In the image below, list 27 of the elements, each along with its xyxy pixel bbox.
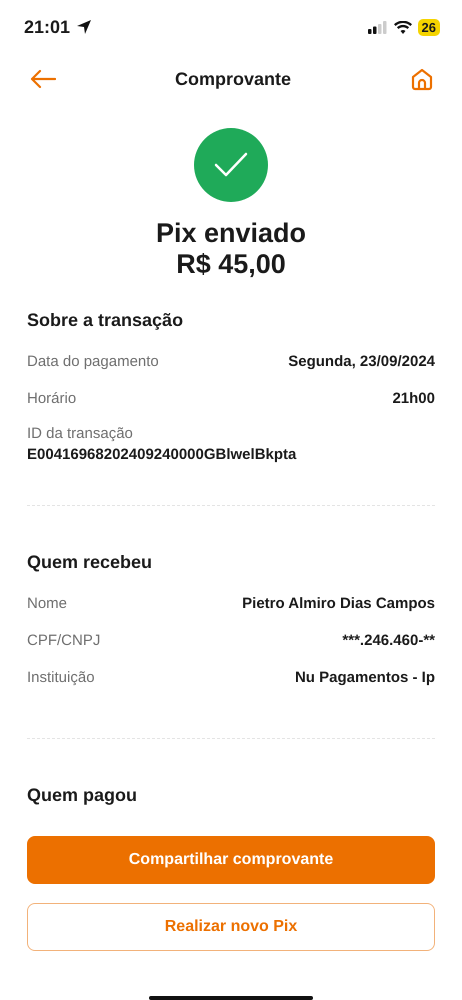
status-time: 21:01 xyxy=(24,16,70,38)
field-value: Segunda, 23/09/2024 xyxy=(288,353,435,370)
back-button[interactable] xyxy=(30,69,56,89)
result-title: Pix enviado xyxy=(156,218,306,249)
field-label: Data do pagamento xyxy=(27,353,159,370)
battery-level: 26 xyxy=(418,18,440,36)
page-title: Comprovante xyxy=(174,68,291,90)
field-value: E00416968202409240000GBlwelBkpta xyxy=(27,446,298,463)
field-value: 21h00 xyxy=(392,390,435,407)
section-title: Quem recebeu xyxy=(27,552,154,573)
field-label: Instituição xyxy=(27,669,95,686)
section-title: Sobre a transação xyxy=(27,310,184,331)
section-title: Quem pagou xyxy=(27,785,138,806)
amount: R$ 45,00 xyxy=(176,249,286,280)
field-label: ID da transação xyxy=(27,425,134,442)
signal-icon xyxy=(368,20,388,34)
home-button[interactable] xyxy=(410,67,434,91)
field-label: Horário xyxy=(27,390,76,407)
wifi-icon xyxy=(394,20,412,34)
field-label: Nome xyxy=(27,595,68,612)
field-label: CPF/CNPJ xyxy=(27,632,100,649)
location-arrow-icon xyxy=(76,19,92,35)
new-pix-button[interactable]: Realizar novo Pix xyxy=(27,902,435,951)
field-value: ***.246.460-** xyxy=(342,632,435,649)
field-value: Pietro Almiro Dias Campos xyxy=(242,595,435,612)
share-button[interactable]: Compartilhar comprovante xyxy=(27,836,435,884)
field-value: Nu Pagamentos - Ip xyxy=(294,669,435,686)
